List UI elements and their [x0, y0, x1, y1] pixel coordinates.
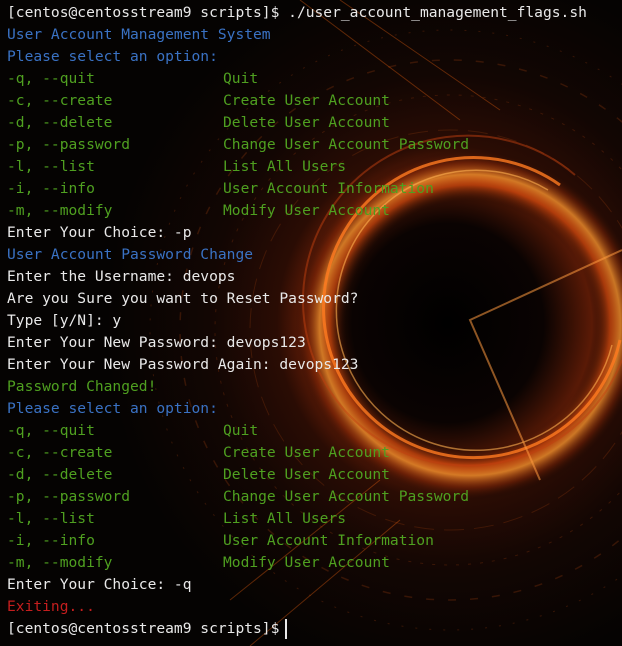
choice-input-line: Enter Your Choice: -q [7, 576, 192, 593]
menu-flag: -l, --list [7, 158, 95, 175]
select-option-prompt: Please select an option: [7, 48, 218, 65]
menu-item-password: -p, --password Change User Account Passwo… [7, 486, 622, 508]
terminal-output: [centos@centosstream9 scripts]$ ./user_a… [7, 2, 622, 640]
menu-item-create: -c, --create Create User Account [7, 442, 622, 464]
menu-desc: List All Users [223, 158, 347, 175]
menu-flag: -i, --info [7, 532, 95, 549]
menu-item-list: -l, --list List All Users [7, 156, 622, 178]
confirm-yn-input: Type [y/N]: y [7, 312, 122, 329]
app-title: User Account Management System [7, 26, 271, 43]
shell-prompt-line[interactable]: [centos@centosstream9 scripts]$ [7, 618, 622, 640]
menu-flag: -l, --list [7, 510, 95, 527]
exiting-message: Exiting... [7, 598, 95, 615]
menu-desc: Delete User Account [223, 114, 390, 131]
menu-desc: Change User Account Password [223, 136, 470, 153]
menu-item-list: -l, --list List All Users [7, 508, 622, 530]
menu-item-delete: -d, --delete Delete User Account [7, 112, 622, 134]
shell-prompt: [centos@centosstream9 scripts]$ [7, 620, 280, 637]
menu-flag: -d, --delete [7, 114, 113, 131]
menu-flag: -q, --quit [7, 70, 95, 87]
menu-item-modify: -m, --modify Modify User Account [7, 552, 622, 574]
menu-desc: Modify User Account [223, 202, 390, 219]
menu-item-quit: -q, --quit Quit [7, 420, 622, 442]
menu-desc: Quit [223, 422, 259, 439]
menu-item-info: -i, --info User Account Information [7, 178, 622, 200]
menu-desc: Create User Account [223, 444, 390, 461]
terminal-window[interactable]: [centos@centosstream9 scripts]$ ./user_a… [0, 0, 622, 646]
menu-desc: Quit [223, 70, 259, 87]
username-input-line: Enter the Username: devops [7, 268, 236, 285]
password-change-title: User Account Password Change [7, 246, 254, 263]
new-password-again-input: Enter Your New Password Again: devops123 [7, 356, 359, 373]
menu-desc: Modify User Account [223, 554, 390, 571]
menu-flag: -p, --password [7, 136, 131, 153]
menu-desc: User Account Information [223, 532, 434, 549]
menu-desc: Delete User Account [223, 466, 390, 483]
menu-flag: -q, --quit [7, 422, 95, 439]
menu-item-info: -i, --info User Account Information [7, 530, 622, 552]
menu-item-password: -p, --password Change User Account Passwo… [7, 134, 622, 156]
menu-desc: List All Users [223, 510, 347, 527]
menu-desc: Change User Account Password [223, 488, 470, 505]
menu-desc: User Account Information [223, 180, 434, 197]
menu-desc: Create User Account [223, 92, 390, 109]
menu-item-create: -c, --create Create User Account [7, 90, 622, 112]
shell-prompt-command: [centos@centosstream9 scripts]$ ./user_a… [7, 4, 587, 21]
menu-flag: -p, --password [7, 488, 131, 505]
confirm-reset-question: Are you Sure you want to Reset Password? [7, 290, 359, 307]
menu-item-modify: -m, --modify Modify User Account [7, 200, 622, 222]
menu-flag: -m, --modify [7, 554, 113, 571]
select-option-prompt: Please select an option: [7, 400, 218, 417]
text-cursor [285, 619, 288, 639]
menu-flag: -c, --create [7, 444, 113, 461]
choice-input-line: Enter Your Choice: -p [7, 224, 192, 241]
menu-item-delete: -d, --delete Delete User Account [7, 464, 622, 486]
menu-flag: -i, --info [7, 180, 95, 197]
menu-flag: -m, --modify [7, 202, 113, 219]
menu-flag: -d, --delete [7, 466, 113, 483]
menu-flag: -c, --create [7, 92, 113, 109]
menu-item-quit: -q, --quit Quit [7, 68, 622, 90]
new-password-input: Enter Your New Password: devops123 [7, 334, 306, 351]
password-changed-message: Password Changed! [7, 378, 157, 395]
